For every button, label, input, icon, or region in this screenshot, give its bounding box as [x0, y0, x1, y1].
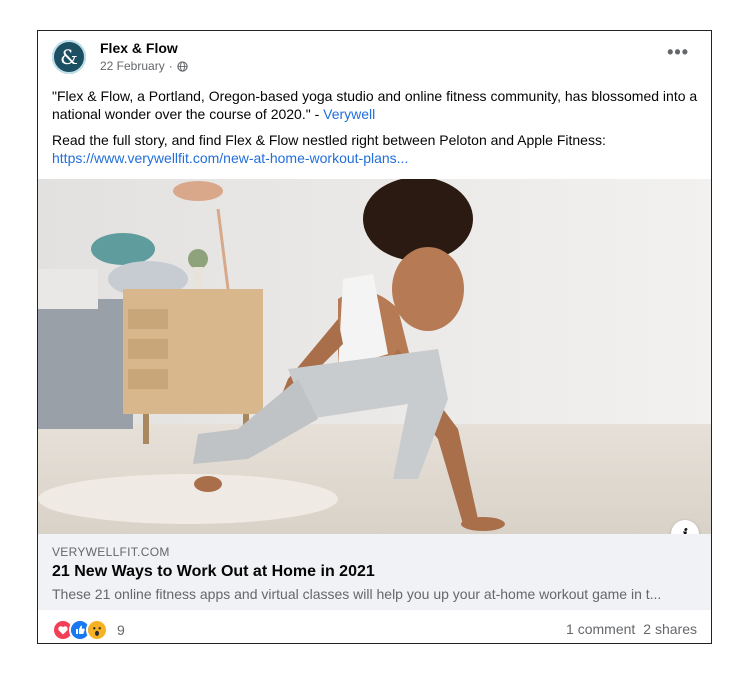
- quote-source-link[interactable]: Verywell: [323, 106, 375, 122]
- post-footer: 9 1 comment 2 shares: [38, 610, 711, 643]
- post-card: & Flex & Flow 22 February · ••• "Flex & …: [37, 30, 712, 644]
- reactions-summary[interactable]: 9: [52, 619, 125, 641]
- wow-icon: [86, 619, 108, 641]
- engagement-counts: 1 comment 2 shares: [566, 621, 697, 637]
- page-name[interactable]: Flex & Flow: [100, 40, 178, 56]
- post-header: & Flex & Flow 22 February · •••: [38, 31, 711, 83]
- post-image[interactable]: i: [38, 179, 711, 534]
- post-meta: 22 February ·: [100, 59, 188, 73]
- link-title[interactable]: 21 New Ways to Work Out at Home in 2021: [52, 563, 375, 581]
- reaction-count: 9: [117, 622, 125, 638]
- globe-icon: [177, 60, 188, 72]
- workout-photo: [38, 179, 711, 534]
- post-text: "Flex & Flow, a Portland, Oregon-based y…: [52, 87, 702, 175]
- link-domain: VERYWELLFIT.COM: [52, 545, 170, 559]
- svg-text:&: &: [60, 45, 78, 69]
- more-options-button[interactable]: •••: [667, 43, 689, 61]
- page-avatar[interactable]: &: [52, 40, 86, 74]
- link-description: These 21 online fitness apps and virtual…: [52, 586, 662, 602]
- meta-separator: ·: [168, 59, 173, 73]
- article-url-link[interactable]: https://www.verywellfit.com/new-at-home-…: [52, 150, 408, 166]
- post-body: Read the full story, and find Flex & Flo…: [52, 131, 702, 167]
- post-quote: "Flex & Flow, a Portland, Oregon-based y…: [52, 87, 702, 123]
- post-date[interactable]: 22 February: [100, 59, 165, 73]
- body-text: Read the full story, and find Flex & Flo…: [52, 132, 606, 148]
- ampersand-logo-icon: &: [52, 40, 86, 74]
- shares-count[interactable]: 2 shares: [643, 621, 697, 637]
- comments-count[interactable]: 1 comment: [566, 621, 635, 637]
- link-preview[interactable]: VERYWELLFIT.COM 21 New Ways to Work Out …: [38, 534, 711, 610]
